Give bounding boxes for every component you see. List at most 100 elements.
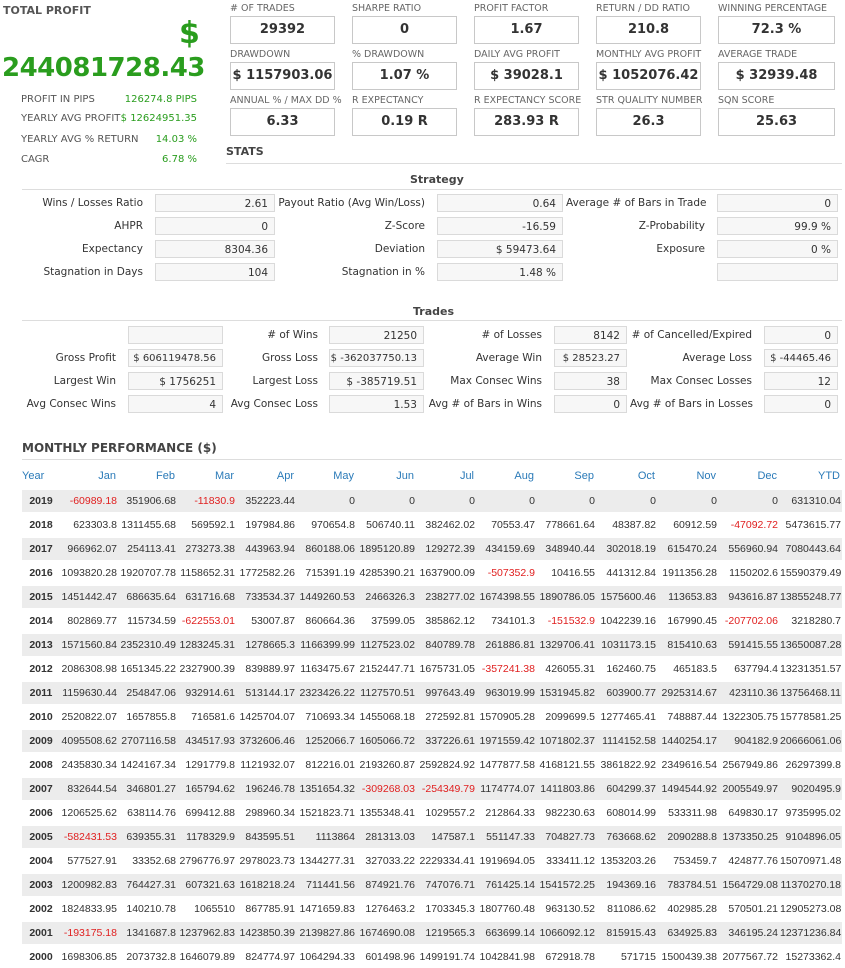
value-cell: 2139827.86 [296,920,356,945]
trades-value: 0 [764,326,838,344]
value-cell: 15590379.49 [779,560,842,585]
value-cell: 943616.87 [718,584,779,609]
column-header[interactable]: Year [22,464,60,489]
value-cell: 1344277.31 [296,848,356,873]
value-cell: 577527.91 [60,848,118,873]
trades-label: Gross Profit [55,352,116,364]
value-cell: 2796776.97 [177,848,236,873]
value-cell: 0 [536,488,596,513]
value-cell: 710693.34 [296,704,356,729]
value-cell: 1178329.9 [177,824,236,849]
metric-value: $ 1157903.06 [230,62,335,90]
profit-stat-value: $ 12624951.35 [120,113,197,124]
strategy-label: Z-Score [384,220,425,232]
value-cell: 1200982.83 [60,872,118,897]
column-header[interactable]: Feb [118,464,177,489]
column-header[interactable]: Apr [236,464,296,489]
value-cell: 348940.44 [536,536,596,561]
value-cell: 1113864 [296,824,356,849]
column-header[interactable]: YTD [779,464,842,489]
value-cell: 1353203.26 [596,848,657,873]
metric-card: AVERAGE TRADE $ 32939.48 [718,49,837,93]
year-cell: 2018 [22,512,60,537]
strategy-value: $ 59473.64 [437,240,563,258]
value-cell: 26297399.8 [779,752,842,777]
metric-value: 25.63 [718,108,835,136]
value-cell: 763668.62 [596,824,657,849]
value-cell: 15070971.48 [779,848,842,873]
value-cell: 12371236.84 [779,920,842,945]
value-cell: 272592.81 [416,704,476,729]
value-cell: 963130.52 [536,896,596,921]
year-cell: 2011 [22,680,60,705]
value-cell: 603900.77 [596,680,657,705]
value-cell: -622553.01 [177,608,236,633]
value-cell: 2352310.49 [118,632,177,657]
value-cell: 1646079.89 [177,944,236,968]
strategy-label: Exposure [656,243,705,255]
value-cell: 33352.68 [118,848,177,873]
column-header[interactable]: Jul [416,464,476,489]
value-cell: 812216.01 [296,752,356,777]
total-profit-title: TOTAL PROFIT [3,4,91,17]
value-cell: 1521823.71 [296,800,356,825]
profit-stat-label: YEARLY AVG PROFIT [21,113,121,124]
year-cell: 2014 [22,608,60,633]
value-cell: -357241.38 [476,656,536,681]
year-cell: 2007 [22,776,60,801]
value-cell: 2152447.71 [356,656,416,681]
column-header[interactable]: Dec [718,464,779,489]
value-cell: -254349.79 [416,776,476,801]
value-cell: 194369.16 [596,872,657,897]
metric-label: % DRAWDOWN [352,49,425,60]
value-cell: 423110.36 [718,680,779,705]
value-cell: 761425.14 [476,872,536,897]
column-header[interactable]: May [296,464,356,489]
profit-stat-label: YEARLY AVG % RETURN [21,134,139,145]
strategy-label: Payout Ratio (Avg Win/Loss) [278,197,425,209]
column-header[interactable]: Aug [476,464,536,489]
value-cell: 860188.06 [296,536,356,561]
table-row: 2017 966962.07 254113.41 273273.38 443963.94… [22,536,842,561]
column-header[interactable]: Oct [596,464,657,489]
column-header[interactable]: Nov [657,464,718,489]
trades-value: 4 [128,395,223,413]
value-cell: 1252066.7 [296,728,356,753]
column-header[interactable]: Jun [356,464,416,489]
table-row: 2011 1159630.44 254847.06 932914.61 513144.1… [22,680,842,705]
value-cell: 1455068.18 [356,704,416,729]
value-cell: 1500439.38 [657,944,718,968]
value-cell: 1824833.95 [60,896,118,921]
value-cell: 1029557.2 [416,800,476,825]
value-cell: 904182.9 [718,728,779,753]
value-cell: 2193260.87 [356,752,416,777]
metric-label: DRAWDOWN [230,49,291,60]
table-row: 2008 2435830.34 1424167.34 1291779.8 1121932… [22,752,842,777]
table-row: 2009 4095508.62 2707116.58 434517.93 3732606… [22,728,842,753]
value-cell: 860664.36 [296,608,356,633]
value-cell: 1065510 [177,896,236,921]
trades-divider [22,320,842,321]
trades-label: Largest Loss [252,375,319,387]
value-cell: 1114152.58 [596,728,657,753]
value-cell: 37599.05 [356,608,416,633]
strategy-value: 1.48 % [437,263,563,281]
column-header[interactable]: Mar [177,464,236,489]
metric-card: R EXPECTANCY 0.19 R [352,95,471,139]
value-cell: 0 [416,488,476,513]
column-header[interactable]: Sep [536,464,596,489]
trades-value: 1.53 [329,395,424,413]
column-header[interactable]: Jan [60,464,118,489]
value-cell: 424877.76 [718,848,779,873]
value-cell: 2229334.41 [416,848,476,873]
profit-stat-value: 14.03 % [155,134,197,145]
metric-value: 6.33 [230,108,335,136]
value-cell: -582431.53 [60,824,118,849]
value-cell: 1064294.33 [296,944,356,968]
trades-value: $ -385719.51 [329,372,424,390]
value-cell: 1425704.07 [236,704,296,729]
value-cell: 1657855.8 [118,704,177,729]
value-cell: 607321.63 [177,872,236,897]
value-cell: -207702.06 [718,608,779,633]
trades-label: Max Consec Wins [450,375,542,387]
